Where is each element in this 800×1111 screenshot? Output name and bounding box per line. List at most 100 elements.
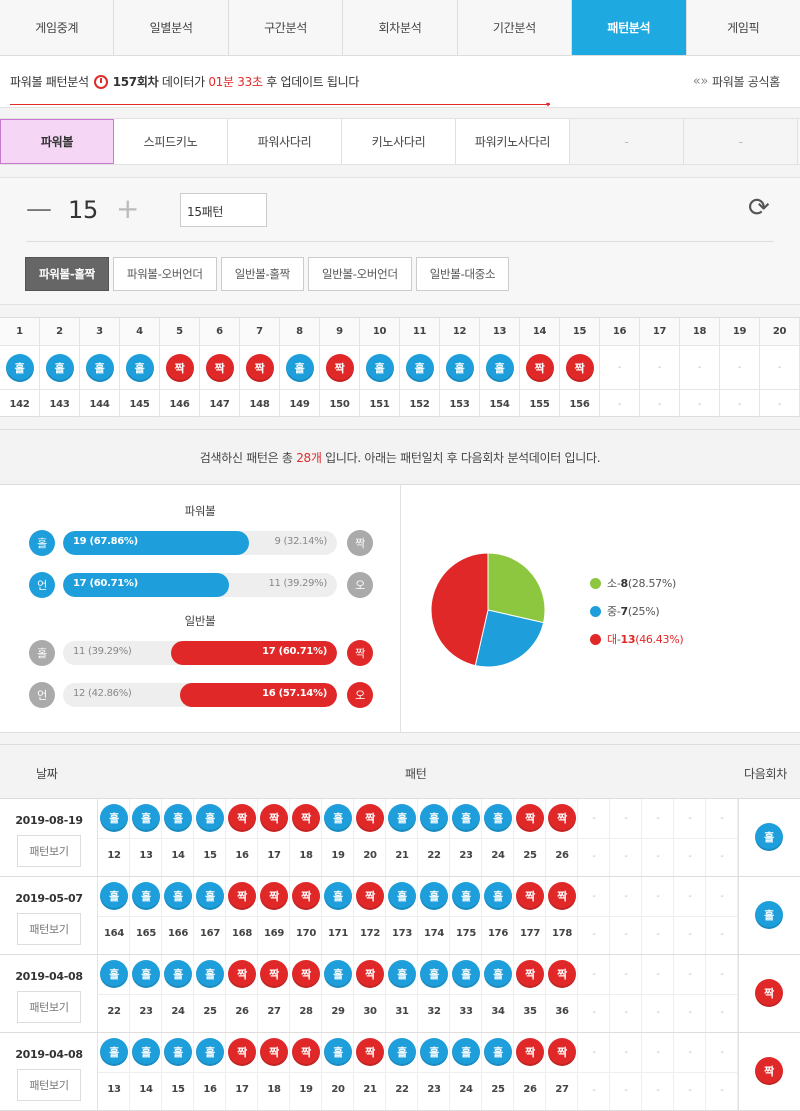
result-ball: 홀 <box>285 353 314 382</box>
pattern-index-cell: 10 <box>360 318 400 345</box>
nav-tab-6[interactable]: 게임픽 <box>687 0 800 55</box>
history-col: 짝 35 <box>514 955 546 1032</box>
history-date-cell: 2019-04-08 패턴보기 <box>0 955 98 1032</box>
round-number: 29 <box>331 1006 345 1017</box>
round-number: 26 <box>235 1006 249 1017</box>
col-next: 다음회차 <box>744 767 787 781</box>
nav-tab-2[interactable]: 구간분석 <box>229 0 344 55</box>
pattern-type-button[interactable]: 파워볼-홀짝 <box>25 257 109 291</box>
right-result-ball: 짝 <box>347 530 373 556</box>
refresh-icon[interactable]: ⟳ <box>748 193 770 223</box>
round-number: 165 <box>136 928 156 939</box>
history-row: 2019-04-08 패턴보기 홀 22 홀 23 홀 24 홀 25 짝 26 짝 27 짝 28 홀 29 짝 3… <box>0 955 800 1033</box>
history-col: 홀 175 <box>450 877 482 954</box>
history-col: 짝 170 <box>290 877 322 954</box>
round-number: 173 <box>392 928 412 939</box>
pattern-round-cell: 142 <box>0 390 40 418</box>
nav-tab-5[interactable]: 패턴분석 <box>572 0 687 55</box>
empty-dash: - <box>592 891 596 902</box>
result-ball: 홀 <box>164 960 192 988</box>
pattern-result-row: 홀홀홀홀짝짝짝홀짝홀홀홀홀짝짝----- <box>0 346 800 390</box>
result-ball: 홀 <box>132 804 160 832</box>
history-col: -- <box>578 1033 610 1110</box>
game-tab-2[interactable]: 파워사다리 <box>228 119 342 164</box>
pattern-round-cell: - <box>640 390 680 418</box>
pattern-round-cell: - <box>720 390 760 418</box>
legend-value: 7 <box>620 604 629 618</box>
result-ball: 짝 <box>292 960 320 988</box>
powerball-stats-title: 파워볼 <box>184 504 216 518</box>
pattern-index-cell: 2 <box>40 318 80 345</box>
stat-right-value: 9 (32.14%) <box>274 536 328 547</box>
game-tab-4[interactable]: 파워키노사다리 <box>456 119 570 164</box>
pattern-index-cell: 5 <box>160 318 200 345</box>
pattern-select[interactable]: 15패턴 <box>180 193 267 227</box>
empty-dash: - <box>656 1047 660 1058</box>
legend-dot <box>590 633 601 645</box>
view-pattern-button[interactable]: 패턴보기 <box>17 913 81 945</box>
round-number: 23 <box>427 1084 441 1095</box>
history-col: -- <box>610 799 642 876</box>
pattern-type-button[interactable]: 파워볼-오버언더 <box>112 257 217 291</box>
history-col: 홀 29 <box>322 955 354 1032</box>
result-ball: 홀 <box>484 1038 512 1066</box>
view-pattern-button[interactable]: 패턴보기 <box>17 991 81 1023</box>
game-tab-1[interactable]: 스피드키노 <box>114 119 228 164</box>
result-ball: 짝 <box>292 804 320 832</box>
pattern-round-cell: - <box>760 390 800 418</box>
empty-dash: - <box>624 1007 628 1018</box>
history-row: 2019-05-07 패턴보기 홀 164 홀 165 홀 166 홀 167 짝 168 짝 169 짝 1… <box>0 877 800 955</box>
empty-dash: - <box>720 813 724 824</box>
round-number: 24 <box>171 1006 185 1017</box>
pattern-type-button[interactable]: 일반볼-오버언더 <box>307 257 412 291</box>
history-header: 날짜 패턴 다음회차 <box>0 745 800 799</box>
result-ball: 홀 <box>164 1038 192 1066</box>
round-number: 27 <box>555 1084 569 1095</box>
history-col: 홀 19 <box>322 799 354 876</box>
nav-tab-1[interactable]: 일별분석 <box>114 0 229 55</box>
pattern-round-cell: 143 <box>40 390 80 418</box>
decrease-button[interactable]: — <box>26 194 52 224</box>
round-number: 12 <box>107 850 121 861</box>
history-col: -- <box>674 877 706 954</box>
history-col: 짝 20 <box>354 799 386 876</box>
legend-percent: (25%) <box>627 604 660 618</box>
increase-button[interactable]: + <box>116 192 139 225</box>
game-tab-0[interactable]: 파워볼 <box>0 119 114 164</box>
history-col: -- <box>642 877 674 954</box>
legend-item: 소 - 8 (28.57%) <box>590 575 683 591</box>
official-link[interactable]: «» 파워볼 공식홈 <box>693 73 781 90</box>
left-result-ball: 홀 <box>29 530 55 556</box>
pattern-type-button[interactable]: 일반볼-홀짝 <box>220 257 304 291</box>
empty-dash: - <box>656 813 660 824</box>
round-number: 14 <box>139 1084 153 1095</box>
nav-tab-3[interactable]: 회차분석 <box>343 0 458 55</box>
progress-line <box>10 104 550 105</box>
history-col: 짝 177 <box>514 877 546 954</box>
nav-tab-0[interactable]: 게임중계 <box>0 0 115 55</box>
round-number: 26 <box>523 1084 537 1095</box>
view-pattern-button[interactable]: 패턴보기 <box>17 1069 81 1101</box>
result-ball: 홀 <box>452 804 480 832</box>
game-tab-6: - <box>684 119 798 164</box>
empty-dash: - <box>720 929 724 940</box>
next-round-ball: 짝 <box>755 1057 783 1085</box>
history-col: 홀 171 <box>322 877 354 954</box>
view-pattern-button[interactable]: 패턴보기 <box>17 835 81 867</box>
result-ball: 홀 <box>324 882 352 910</box>
nav-tab-4[interactable]: 기간분석 <box>458 0 573 55</box>
pattern-type-buttons: 파워볼-홀짝 파워볼-오버언더 일반볼-홀짝 일반볼-오버언더 일반볼-대중소 <box>25 257 510 291</box>
history-col: 홀 25 <box>482 1033 514 1110</box>
history-col: 짝 17 <box>226 1033 258 1110</box>
game-tab-3[interactable]: 키노사다리 <box>342 119 456 164</box>
result-ball: 홀 <box>388 960 416 988</box>
pattern-result-cell: 짝 <box>160 346 200 389</box>
pattern-result-cell: 짝 <box>320 346 360 389</box>
result-ball: 짝 <box>548 804 576 832</box>
empty-dash: - <box>624 929 628 940</box>
history-col: 홀 22 <box>98 955 130 1032</box>
result-ball: 짝 <box>260 960 288 988</box>
empty-dash: - <box>688 1085 692 1096</box>
round-number: 166 <box>168 928 188 939</box>
pattern-type-button[interactable]: 일반볼-대중소 <box>415 257 510 291</box>
